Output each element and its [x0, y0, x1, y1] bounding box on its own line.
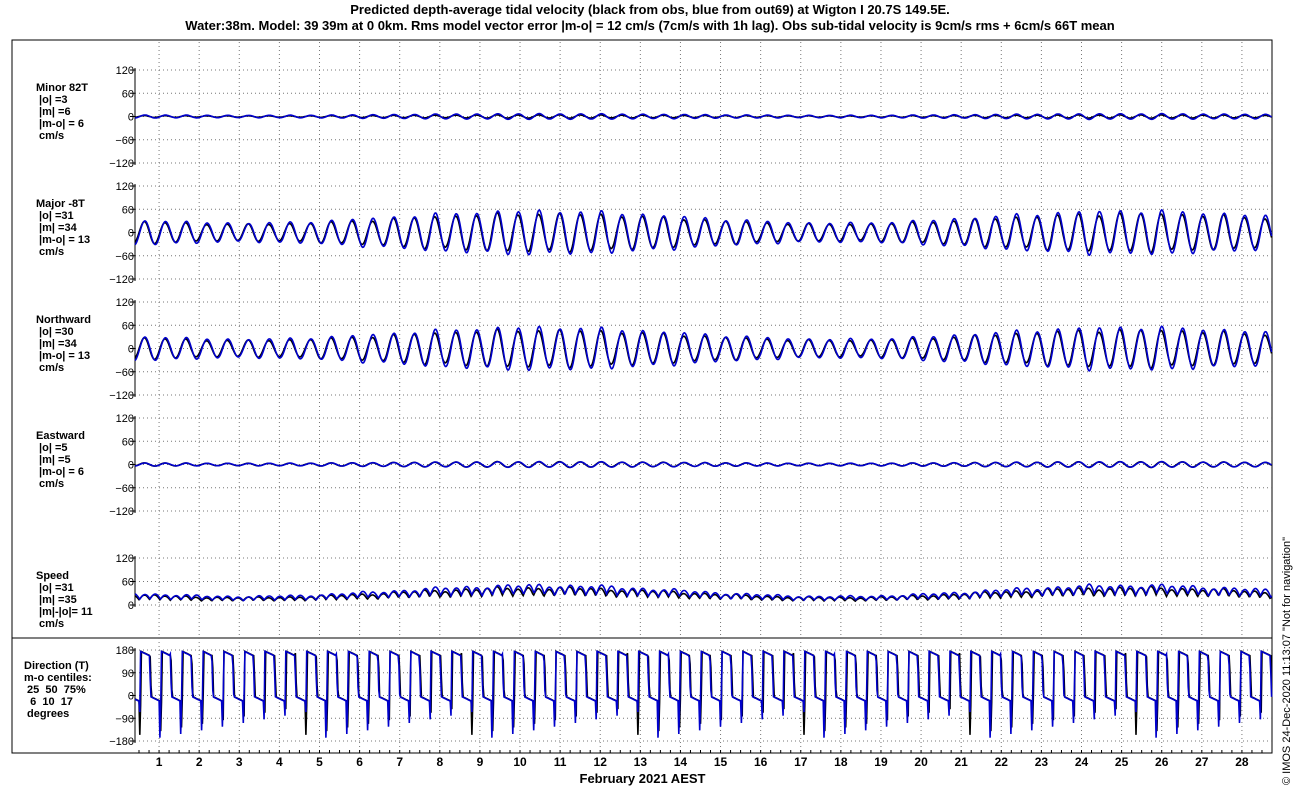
day-tick-label: 25: [1115, 755, 1129, 769]
day-tick-label: 7: [396, 755, 403, 769]
panel-label-northward: Northward |o| =30 |m| =34 |m-o| = 13 cm/…: [36, 314, 91, 374]
plot-frame: [11, 39, 1273, 754]
tidal-velocity-plot: 1 2 3 4 5 6 7 8 9 10 11 12 13 14 15 16 17 18 19 20 21 22 23 24 2…: [11, 39, 1273, 769]
day-tick-label: 12: [594, 755, 608, 769]
y-tick-label: 120: [116, 297, 134, 309]
day-tick-label: 14: [674, 755, 688, 769]
y-tick-label: −60: [115, 135, 134, 147]
y-tick-label: 0: [128, 228, 134, 240]
day-tick-label: 11: [554, 755, 567, 769]
day-tick-label: 4: [276, 755, 283, 769]
day-tick-label: 17: [794, 755, 808, 769]
day-tick-label: 28: [1235, 755, 1249, 769]
day-tick-label: 22: [995, 755, 1009, 769]
day-tick-label: 18: [834, 755, 848, 769]
y-tick-label: 120: [116, 553, 134, 565]
day-tick-label: 20: [914, 755, 928, 769]
day-tick-label: 2: [196, 755, 203, 769]
day-tick-label: 8: [436, 755, 443, 769]
day-tick-label: 19: [874, 755, 888, 769]
y-tick-label: 0: [128, 600, 134, 612]
y-tick-label: −120: [109, 506, 134, 518]
y-tick-label: 0: [128, 344, 134, 356]
day-tick-label: 9: [477, 755, 484, 769]
y-tick-label: −60: [115, 251, 134, 263]
panel-label-speed: Speed |o| =31 |m| =35 |m|-|o|= 11 cm/s: [36, 570, 93, 630]
y-tick-label: −120: [109, 158, 134, 170]
y-tick-label: 60: [122, 436, 134, 448]
y-tick-label: 120: [116, 413, 134, 425]
y-tick-label: 60: [122, 88, 134, 100]
panel-label-minor: Minor 82T |o| =3 |m| =6 |m-o| = 6 cm/s: [36, 82, 88, 142]
day-tick-label: 26: [1155, 755, 1169, 769]
y-tick-label: −60: [115, 483, 134, 495]
panel-label-eastward: Eastward |o| =5 |m| =5 |m-o| = 6 cm/s: [36, 430, 85, 490]
y-tick-label: −180: [109, 736, 134, 748]
day-tick-label: 24: [1075, 755, 1089, 769]
day-tick-label: 16: [754, 755, 768, 769]
day-tick-label: 13: [634, 755, 648, 769]
y-tick-label: 90: [122, 668, 134, 680]
y-tick-label: 120: [116, 181, 134, 193]
y-tick-label: −120: [109, 390, 134, 402]
y-tick-label: −60: [115, 367, 134, 379]
y-tick-label: 60: [122, 320, 134, 332]
day-tick-label: 23: [1035, 755, 1049, 769]
y-tick-label: −90: [115, 713, 134, 725]
y-tick-label: 120: [116, 65, 134, 77]
day-tick-label: 3: [236, 755, 243, 769]
y-tick-label: 0: [128, 112, 134, 124]
y-tick-label: 60: [122, 577, 134, 589]
y-tick-label: −120: [109, 274, 134, 286]
day-tick-label: 15: [714, 755, 728, 769]
panel-label-major: Major -8T |o| =31 |m| =34 |m-o| = 13 cm/…: [36, 198, 91, 258]
day-tick-label: 21: [955, 755, 969, 769]
day-tick-label: 6: [356, 755, 363, 769]
day-tick-label: 27: [1195, 755, 1209, 769]
copyright-note: © IMOS 24-Dec-2020 11:13:07 "Not for nav…: [1281, 536, 1293, 785]
day-tick-label: 1: [156, 755, 163, 769]
x-axis-label: February 2021 AEST: [579, 771, 706, 786]
day-tick-label: 10: [513, 755, 527, 769]
y-tick-label: 0: [128, 691, 134, 703]
y-tick-label: 60: [122, 204, 134, 216]
y-tick-label: 180: [116, 645, 134, 657]
day-tick-label: 5: [316, 755, 323, 769]
panel-label-direction: Direction (T) m-o centiles: 25 50 75% 6 …: [24, 660, 92, 720]
y-tick-label: 0: [128, 460, 134, 472]
